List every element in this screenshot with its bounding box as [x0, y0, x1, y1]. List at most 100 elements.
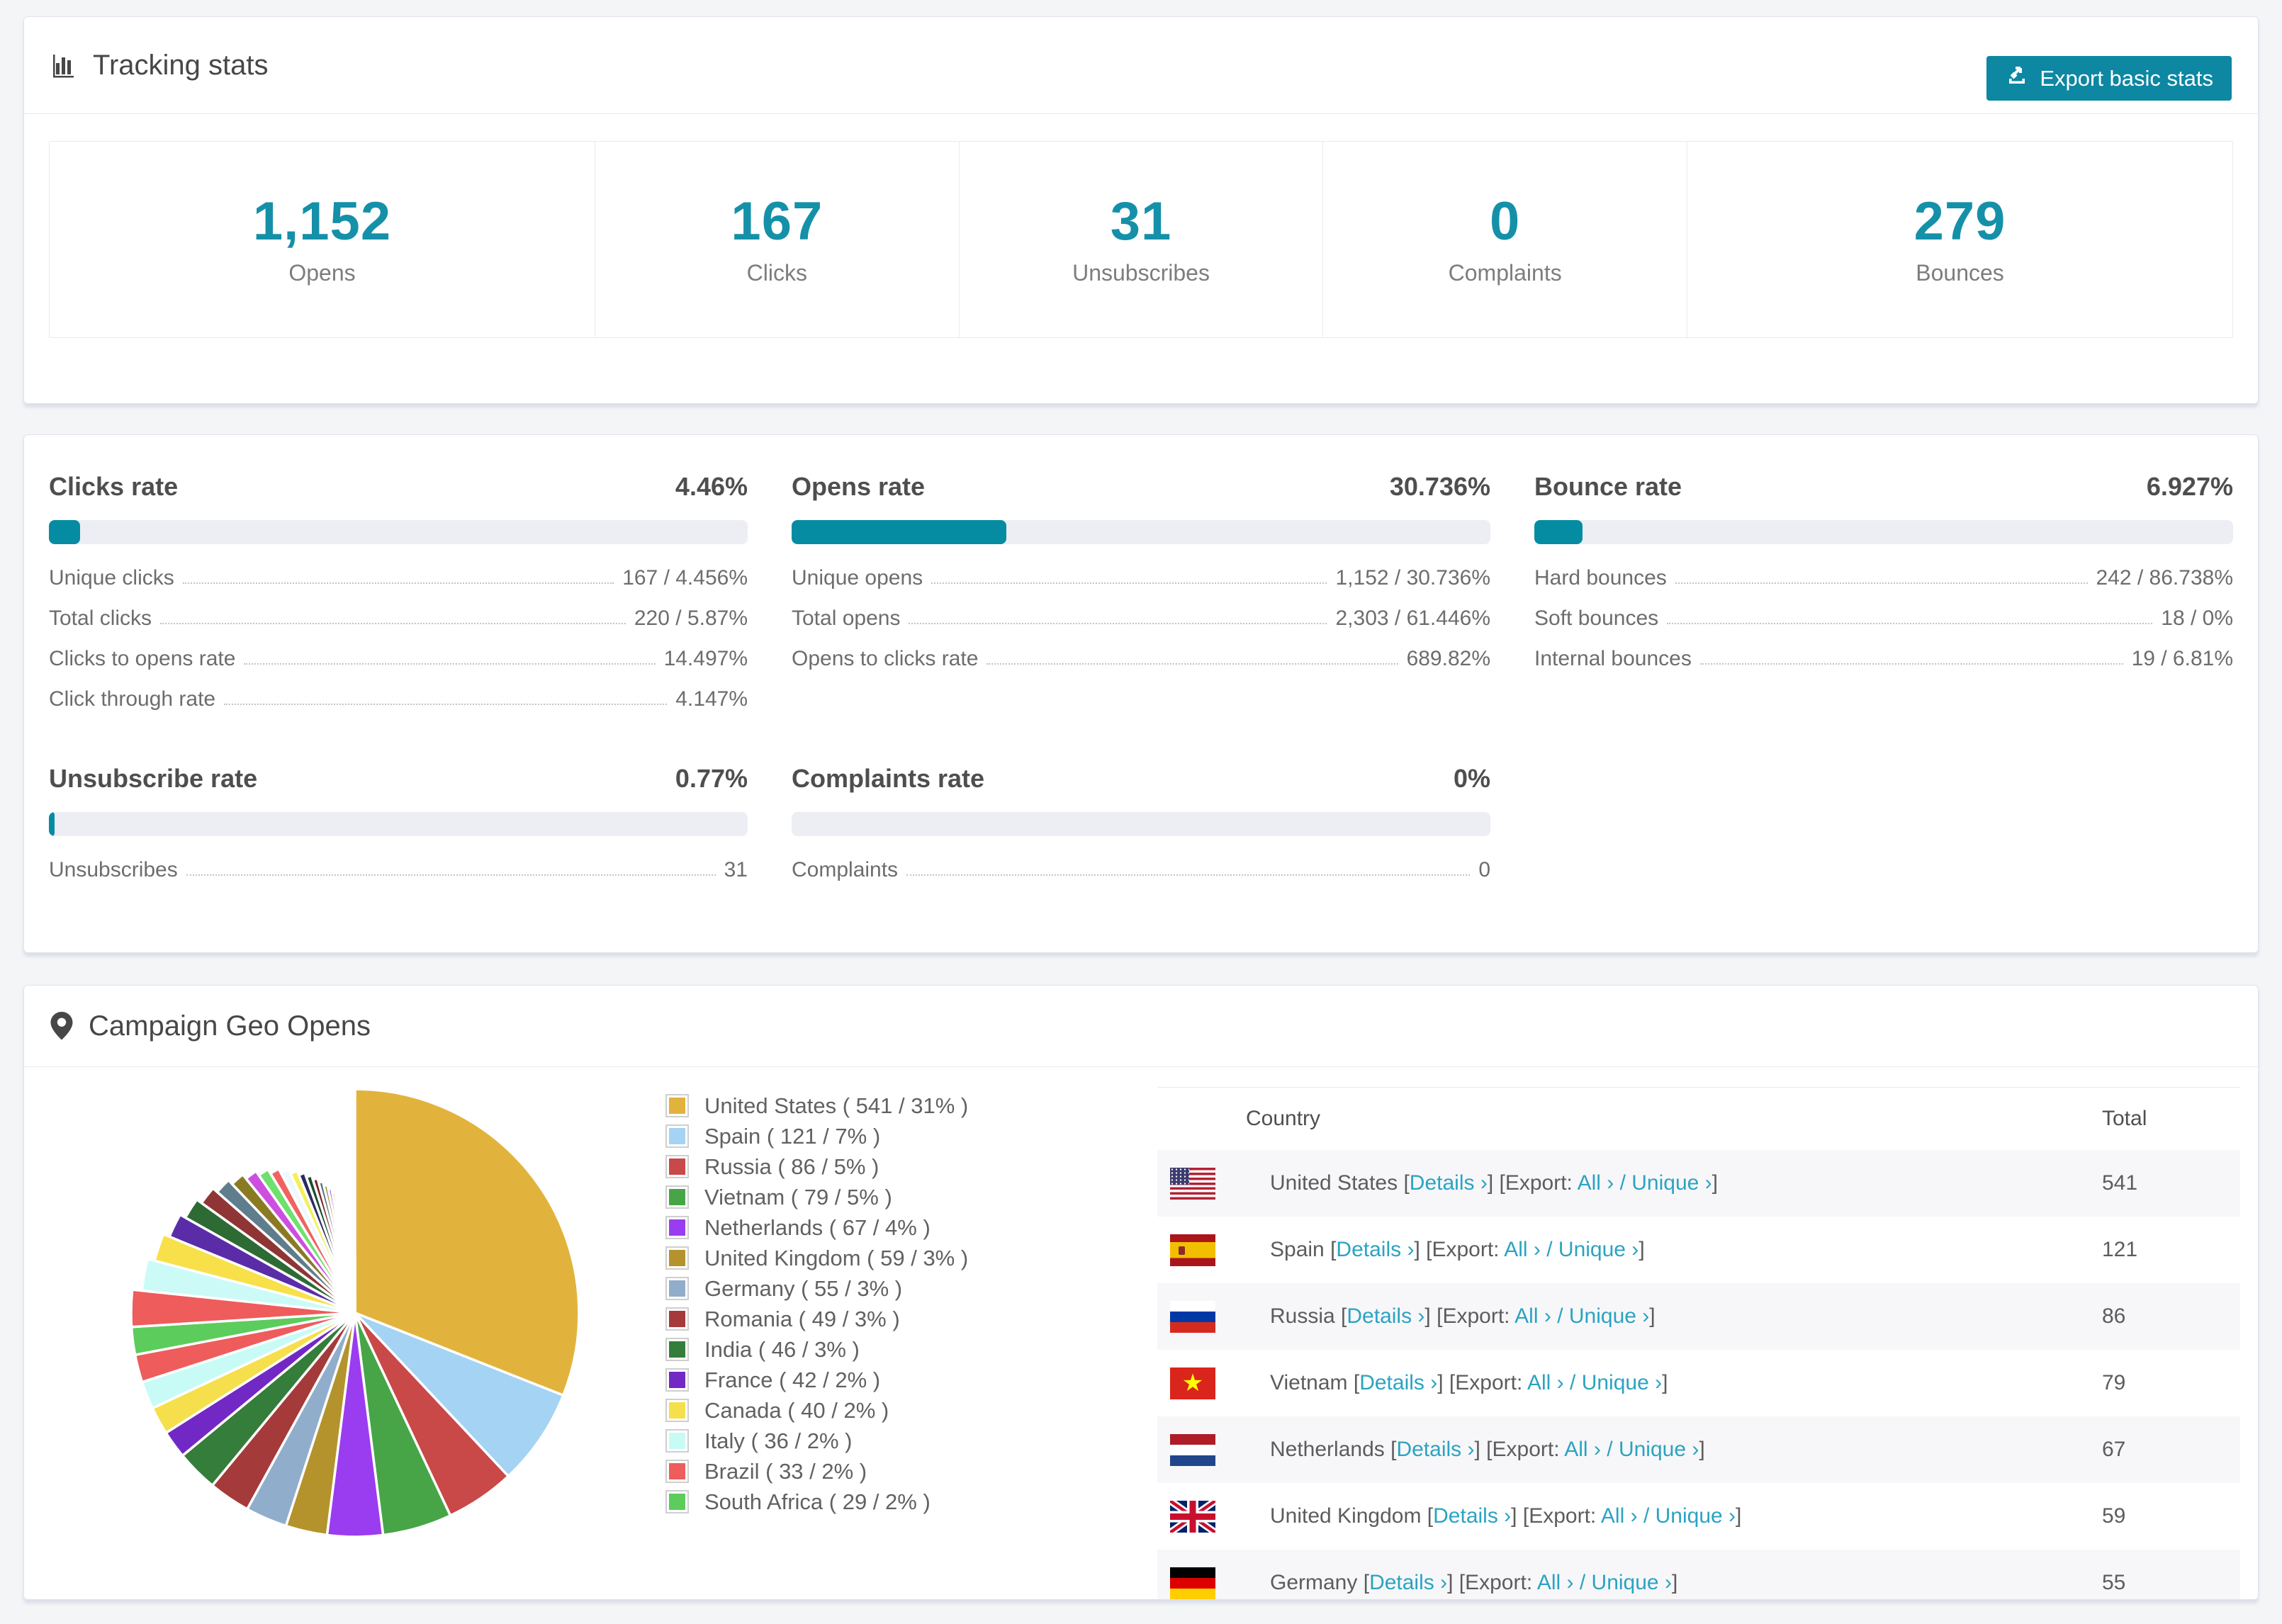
details-link[interactable]: Details › — [1369, 1571, 1447, 1594]
rate-detail-row: Unsubscribes 31 — [49, 849, 748, 889]
legend-item-italy[interactable]: Italy ( 36 / 2% ) — [665, 1426, 968, 1456]
rate-detail-label: Hard bounces — [1534, 566, 1667, 590]
flag-icon-de — [1170, 1567, 1215, 1599]
tracking-stats-card: Tracking stats Export basic stats 1,152 O… — [23, 16, 2259, 404]
export-all-link[interactable]: All › — [1527, 1371, 1564, 1394]
rate-detail-row: Hard bounces 242 / 86.738% — [1534, 557, 2233, 597]
rate-detail-label: Opens to clicks rate — [792, 647, 979, 670]
rate-title: Complaints rate — [792, 764, 985, 793]
rate-detail-value: 0 — [1478, 858, 1490, 881]
details-link[interactable]: Details › — [1359, 1371, 1437, 1394]
geo-table-header-total: Total — [2102, 1107, 2147, 1130]
legend-swatch — [665, 1155, 689, 1178]
rate-detail-value: 14.497% — [663, 647, 748, 670]
rate-rows: Unique opens 1,152 / 30.736% Total opens 2,… — [792, 557, 1490, 678]
details-link[interactable]: Details › — [1410, 1171, 1488, 1195]
legend-label: France ( 42 / 2% ) — [704, 1367, 881, 1392]
stat-cell-unsubscribes: 31 Unsubscribes — [960, 142, 1324, 337]
rate-title: Unsubscribe rate — [49, 764, 258, 793]
export-unique-link[interactable]: Unique › — [1582, 1371, 1662, 1394]
legend-label: Spain ( 121 / 7% ) — [704, 1123, 881, 1149]
legend-label: United Kingdom ( 59 / 3% ) — [704, 1245, 969, 1270]
details-link[interactable]: Details › — [1336, 1238, 1414, 1261]
geo-total-cell: 59 — [2102, 1504, 2126, 1528]
geo-table-row-es: Spain [Details ›] [Export: All › / Uniqu… — [1157, 1217, 2240, 1283]
legend-swatch — [665, 1094, 689, 1117]
dotted-leader — [244, 663, 656, 665]
export-all-link[interactable]: All › — [1578, 1171, 1614, 1195]
legend-item-canada[interactable]: Canada ( 40 / 2% ) — [665, 1395, 968, 1426]
stat-label: Bounces — [1916, 259, 2004, 286]
rate-detail-value: 2,303 / 61.446% — [1335, 607, 1490, 630]
export-unique-link[interactable]: Unique › — [1569, 1304, 1649, 1328]
export-unique-link[interactable]: Unique › — [1631, 1171, 1712, 1195]
geo-country-cell: United Kingdom [Details ›] [Export: All … — [1270, 1504, 1742, 1528]
legend-item-germany[interactable]: Germany ( 55 / 3% ) — [665, 1273, 968, 1304]
rates-row-1: Clicks rate 4.46% Unique clicks 167 / 4.456… — [49, 472, 2233, 718]
rate-detail-value: 19 / 6.81% — [2131, 647, 2233, 670]
rate-detail-row: Soft bounces 18 / 0% — [1534, 597, 2233, 638]
export-icon — [2005, 64, 2029, 94]
export-unique-link[interactable]: Unique › — [1619, 1438, 1699, 1461]
rate-detail-value: 31 — [724, 858, 748, 881]
legend-item-russia[interactable]: Russia ( 86 / 5% ) — [665, 1151, 968, 1182]
rate-detail-row: Total opens 2,303 / 61.446% — [792, 597, 1490, 638]
rate-title: Opens rate — [792, 472, 926, 501]
rate-progress-fill — [49, 812, 55, 836]
details-link[interactable]: Details › — [1433, 1504, 1511, 1528]
geo-total-cell: 79 — [2102, 1371, 2126, 1394]
rate-rows: Complaints 0 — [792, 849, 1490, 889]
legend-item-south-africa[interactable]: South Africa ( 29 / 2% ) — [665, 1487, 968, 1517]
geo-table-row-ru: Russia [Details ›] [Export: All › / Uniq… — [1157, 1283, 2240, 1350]
rate-detail-row: Click through rate 4.147% — [49, 678, 748, 718]
rate-head: Bounce rate 6.927% — [1534, 472, 2233, 502]
stat-label: Opens — [288, 259, 356, 286]
legend-label: Italy ( 36 / 2% ) — [704, 1428, 853, 1453]
export-all-link[interactable]: All › — [1514, 1304, 1551, 1328]
stat-value: 31 — [1110, 191, 1172, 252]
legend-item-brazil[interactable]: Brazil ( 33 / 2% ) — [665, 1456, 968, 1487]
legend-item-france[interactable]: France ( 42 / 2% ) — [665, 1365, 968, 1395]
legend-swatch — [665, 1399, 689, 1422]
rate-progress-track — [49, 520, 748, 544]
geo-country-cell: Russia [Details ›] [Export: All › / Uniq… — [1270, 1304, 1656, 1328]
geo-table-row-us: United States [Details ›] [Export: All ›… — [1157, 1150, 2240, 1217]
export-basic-stats-button[interactable]: Export basic stats — [1986, 56, 2232, 101]
export-all-link[interactable]: All › — [1564, 1438, 1601, 1461]
export-slash: / — [1607, 1438, 1613, 1461]
star-glyph: ★ — [1181, 1370, 1204, 1397]
stat-cell-opens: 1,152 Opens — [50, 142, 595, 337]
rate-percent: 6.927% — [2146, 472, 2233, 501]
dotted-leader — [987, 663, 1398, 665]
geo-pie-chart[interactable] — [114, 1072, 596, 1554]
legend-item-spain[interactable]: Spain ( 121 / 7% ) — [665, 1121, 968, 1151]
legend-label: United States ( 541 / 31% ) — [704, 1093, 969, 1118]
legend-item-vietnam[interactable]: Vietnam ( 79 / 5% ) — [665, 1182, 968, 1212]
export-all-link[interactable]: All › — [1601, 1504, 1638, 1528]
dotted-leader — [186, 874, 716, 876]
details-link[interactable]: Details › — [1347, 1304, 1424, 1328]
legend-item-romania[interactable]: Romania ( 49 / 3% ) — [665, 1304, 968, 1334]
legend-item-united-kingdom[interactable]: United Kingdom ( 59 / 3% ) — [665, 1243, 968, 1273]
rate-panel-bounce-rate: Bounce rate 6.927% Hard bounces 242 / 86.73… — [1534, 472, 2233, 718]
export-unique-link[interactable]: Unique › — [1592, 1571, 1672, 1594]
tracking-stats-title: Tracking stats — [49, 50, 268, 81]
rate-title: Clicks rate — [49, 472, 179, 501]
legend-item-netherlands[interactable]: Netherlands ( 67 / 4% ) — [665, 1212, 968, 1243]
export-unique-link[interactable]: Unique › — [1558, 1238, 1639, 1261]
rate-detail-row: Opens to clicks rate 689.82% — [792, 638, 1490, 678]
legend-swatch — [665, 1368, 689, 1392]
rate-head: Opens rate 30.736% — [792, 472, 1490, 502]
geo-opens-title-text: Campaign Geo Opens — [89, 1010, 371, 1042]
flag-icon-us — [1170, 1167, 1215, 1200]
export-all-link[interactable]: All › — [1504, 1238, 1541, 1261]
rate-detail-row: Total clicks 220 / 5.87% — [49, 597, 748, 638]
legend-item-united-states[interactable]: United States ( 541 / 31% ) — [665, 1090, 968, 1121]
export-all-link[interactable]: All › — [1537, 1571, 1574, 1594]
legend-item-india[interactable]: India ( 46 / 3% ) — [665, 1334, 968, 1365]
export-unique-link[interactable]: Unique › — [1656, 1504, 1736, 1528]
geo-table-header-country: Country — [1246, 1107, 1321, 1130]
details-link[interactable]: Details › — [1396, 1438, 1474, 1461]
rate-head: Complaints rate 0% — [792, 764, 1490, 794]
rate-detail-label: Total clicks — [49, 607, 152, 630]
